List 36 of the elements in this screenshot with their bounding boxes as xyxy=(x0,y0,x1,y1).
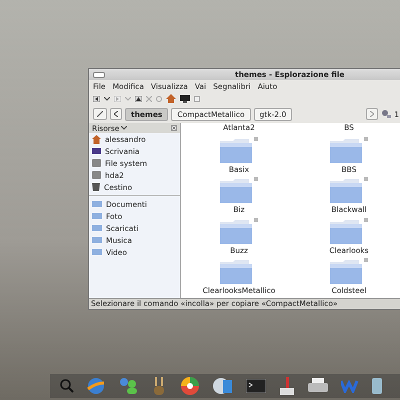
dropdown-icon[interactable] xyxy=(104,96,110,100)
music-icon[interactable] xyxy=(213,377,233,395)
folder-icon xyxy=(329,218,369,246)
joystick-icon[interactable] xyxy=(279,377,295,395)
scroll-right-button[interactable] xyxy=(366,108,378,120)
home-icon xyxy=(92,134,101,144)
folder-icon xyxy=(329,258,369,286)
zoom-icon[interactable] xyxy=(381,110,392,118)
desktop-icon xyxy=(92,148,101,154)
window-menu-button[interactable] xyxy=(93,72,105,78)
folder-icon xyxy=(329,136,369,164)
folder-icon xyxy=(219,177,259,205)
stop-icon[interactable] xyxy=(146,96,152,102)
globe-icon[interactable] xyxy=(87,377,105,395)
printer-icon[interactable] xyxy=(308,378,328,394)
monitor-icon[interactable] xyxy=(180,94,190,102)
people-icon[interactable] xyxy=(118,377,138,395)
chevron-down-icon[interactable] xyxy=(121,126,128,130)
close-icon[interactable] xyxy=(171,125,177,131)
back-icon[interactable] xyxy=(93,96,100,102)
up-icon[interactable] xyxy=(135,96,142,102)
home-icon[interactable] xyxy=(166,94,176,103)
search-icon[interactable] xyxy=(60,379,74,393)
folder-icon xyxy=(219,136,259,164)
scroll-left-button[interactable] xyxy=(110,108,122,120)
pencil-icon xyxy=(97,111,103,117)
forward-icon[interactable] xyxy=(114,96,121,102)
folder-icon xyxy=(219,218,259,246)
reload-icon[interactable] xyxy=(156,96,162,102)
pinwheel-icon[interactable] xyxy=(180,376,200,396)
rabbit-icon[interactable] xyxy=(151,377,167,395)
edit-path-button[interactable] xyxy=(93,108,107,120)
terminal-icon[interactable] xyxy=(246,379,266,393)
trash-icon xyxy=(92,183,100,191)
square-icon[interactable] xyxy=(194,96,200,102)
folder-icon xyxy=(329,177,369,205)
